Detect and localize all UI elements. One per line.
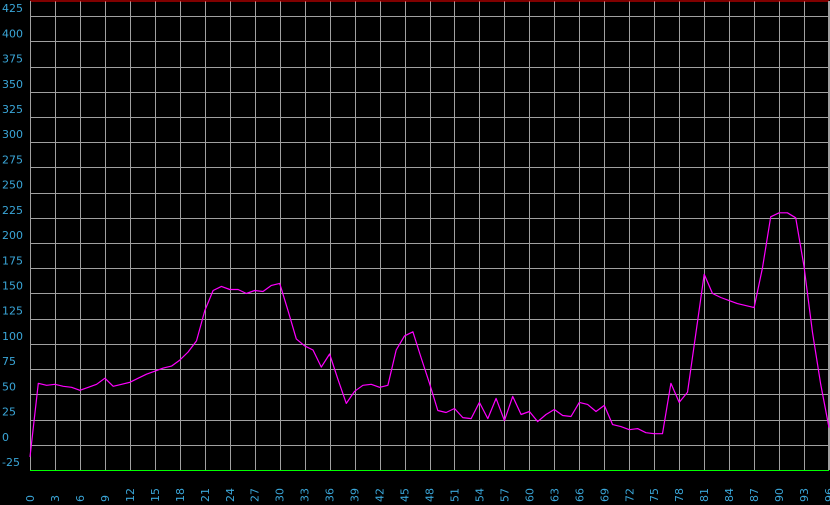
- x-tick-label: 9: [99, 495, 112, 502]
- x-tick-label: 33: [299, 488, 312, 502]
- y-tick-label: 50: [2, 380, 16, 393]
- x-tick-label: 72: [623, 488, 636, 502]
- x-tick-label: 81: [698, 488, 711, 502]
- x-tick-label: 90: [773, 488, 786, 502]
- x-tick-label: 78: [673, 488, 686, 502]
- y-tick-label: 275: [2, 153, 23, 166]
- line-chart: -250255075100125150175200225250275300325…: [0, 0, 830, 505]
- x-tick-label: 48: [424, 488, 437, 502]
- x-tick-label: 3: [49, 495, 62, 502]
- x-tick-label: 30: [274, 488, 287, 502]
- chart-background: [0, 0, 830, 505]
- y-tick-label: 75: [2, 355, 16, 368]
- x-tick-label: 75: [648, 488, 661, 502]
- y-tick-label: 100: [2, 330, 23, 343]
- y-tick-label: 400: [2, 27, 23, 40]
- y-tick-label: 0: [2, 431, 9, 444]
- y-tick-label: 25: [2, 406, 16, 419]
- x-tick-label: 15: [149, 488, 162, 502]
- x-tick-label: 21: [199, 488, 212, 502]
- y-tick-label: 425: [2, 2, 23, 15]
- x-tick-label: 96: [823, 488, 830, 502]
- y-tick-label: 250: [2, 179, 23, 192]
- x-tick-label: 54: [473, 488, 486, 502]
- x-tick-label: 12: [124, 488, 137, 502]
- x-tick-label: 27: [249, 488, 262, 502]
- y-tick-label: 300: [2, 128, 23, 141]
- y-tick-label: 350: [2, 78, 23, 91]
- x-tick-label: 24: [224, 488, 237, 502]
- y-tick-label: 175: [2, 254, 23, 267]
- x-tick-label: 6: [74, 495, 87, 502]
- x-tick-label: 66: [573, 488, 586, 502]
- y-tick-label: -25: [2, 456, 20, 469]
- x-tick-label: 63: [548, 488, 561, 502]
- y-tick-label: 225: [2, 204, 23, 217]
- x-tick-label: 0: [24, 495, 37, 502]
- x-tick-label: 45: [399, 488, 412, 502]
- y-tick-label: 125: [2, 305, 23, 318]
- x-tick-label: 51: [448, 488, 461, 502]
- x-tick-label: 93: [798, 488, 811, 502]
- y-tick-label: 325: [2, 103, 23, 116]
- x-tick-label: 39: [349, 488, 362, 502]
- x-tick-label: 57: [498, 488, 511, 502]
- x-tick-label: 36: [324, 488, 337, 502]
- x-tick-label: 18: [174, 488, 187, 502]
- x-tick-label: 60: [523, 488, 536, 502]
- x-tick-label: 42: [374, 488, 387, 502]
- x-tick-label: 87: [748, 488, 761, 502]
- y-tick-label: 150: [2, 279, 23, 292]
- x-tick-label: 84: [723, 488, 736, 502]
- x-tick-label: 69: [598, 488, 611, 502]
- y-tick-label: 375: [2, 53, 23, 66]
- y-tick-label: 200: [2, 229, 23, 242]
